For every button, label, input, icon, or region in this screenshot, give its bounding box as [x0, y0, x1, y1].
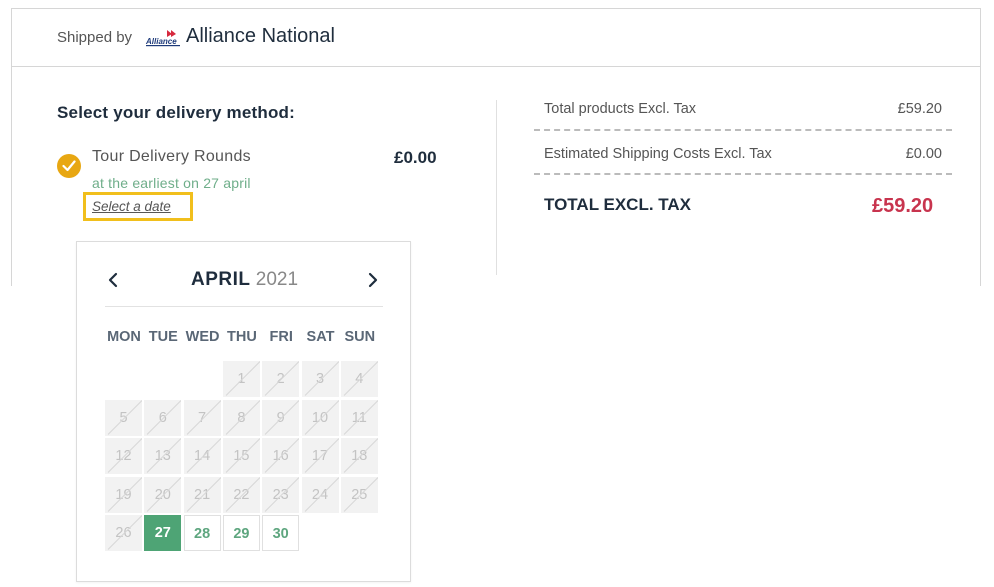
calendar-year: 2021	[255, 269, 299, 290]
calendar-day-23: 23	[262, 476, 300, 513]
alliance-logo-text: Alliance	[145, 37, 177, 46]
weekday-label: SAT	[306, 329, 335, 345]
shipment-header: Shipped by Alliance Alliance National	[12, 9, 980, 67]
calendar-day-6: 6	[144, 399, 182, 436]
weekday-label: TUE	[148, 329, 178, 345]
shipping-cost-label: Estimated Shipping Costs Excl. Tax	[544, 146, 772, 162]
calendar-title: APRIL 2021	[77, 269, 412, 291]
calendar-day-27[interactable]: 27	[144, 515, 182, 551]
alliance-logo: Alliance	[145, 30, 180, 47]
delivery-method-price: £0.00	[394, 148, 437, 167]
calendar-day-1: 1	[222, 361, 260, 397]
calendar-day-4: 4	[340, 361, 378, 397]
calendar-day-7: 7	[183, 399, 221, 436]
next-month-button[interactable]	[363, 268, 383, 292]
delivery-method-name[interactable]: Tour Delivery Rounds	[92, 148, 251, 166]
select-date-highlight: Select a date	[83, 192, 193, 221]
calendar-day-26: 26	[105, 515, 142, 551]
calendar-day-13: 13	[144, 438, 182, 474]
summary-divider	[534, 129, 952, 131]
weekday-label: WED	[185, 329, 220, 345]
checkmark-icon	[62, 160, 76, 172]
chevron-right-icon	[368, 272, 378, 288]
weekday-label: THU	[226, 329, 257, 345]
calendar-grid: 1 2 3 4 5 6 7 8 9 10 11 12 13 14 15 16 17 18 19 20 21 22 23 24 2…	[105, 361, 385, 561]
calendar-day-12: 12	[105, 438, 142, 474]
calendar-day-24: 24	[301, 476, 339, 513]
calendar-day-9: 9	[262, 399, 300, 436]
weekday-label: SUN	[344, 329, 376, 345]
calendar-day-10: 10	[301, 399, 339, 436]
calendar-day-25: 25	[340, 476, 378, 513]
products-total-value: £59.20	[897, 101, 942, 117]
date-picker: APRIL 2021 MON TUE WED THU FRI SAT SUN 1234567…	[76, 241, 411, 582]
delivery-method-radio[interactable]	[57, 154, 81, 178]
calendar-day-20: 20	[144, 476, 182, 513]
shipper-name: Alliance National	[186, 25, 335, 47]
calendar-day-8: 8	[222, 399, 260, 436]
calendar-day-14: 14	[183, 438, 221, 474]
calendar-day-15: 15	[222, 438, 260, 474]
calendar-divider	[105, 306, 383, 307]
calendar-day-11: 11	[340, 399, 378, 436]
calendar-day-29[interactable]: 29	[222, 515, 260, 551]
calendar-day-5: 5	[105, 399, 142, 436]
column-divider	[496, 100, 497, 275]
weekday-header: MON TUE WED THU FRI SAT SUN	[105, 329, 385, 349]
total-value: £59.20	[872, 195, 934, 217]
calendar-day-28[interactable]: 28	[183, 515, 221, 551]
calendar-day-22: 22	[222, 476, 260, 513]
calendar-day-21: 21	[183, 476, 221, 513]
weekday-label: MON	[107, 329, 141, 345]
calendar-day-18: 18	[340, 438, 378, 474]
summary-divider	[534, 173, 952, 175]
calendar-day-17: 17	[301, 438, 339, 474]
calendar-day-19: 19	[105, 476, 142, 513]
calendar-month: APRIL	[190, 269, 251, 290]
calendar-day-16: 16	[262, 438, 300, 474]
select-date-link[interactable]: Select a date	[92, 199, 171, 214]
total-label: TOTAL EXCL. TAX	[544, 195, 692, 214]
shipped-by-label: Shipped by	[57, 29, 133, 46]
calendar-day-30[interactable]: 30	[262, 515, 300, 551]
delivery-method-title: Select your delivery method:	[57, 103, 296, 122]
shipping-cost-value: £0.00	[905, 146, 942, 162]
calendar-day-2: 2	[262, 361, 300, 397]
earliest-delivery-text: at the earliest on 27 april	[92, 175, 251, 191]
calendar-day-3: 3	[301, 361, 339, 397]
weekday-label: FRI	[269, 329, 293, 345]
products-total-label: Total products Excl. Tax	[544, 101, 697, 117]
